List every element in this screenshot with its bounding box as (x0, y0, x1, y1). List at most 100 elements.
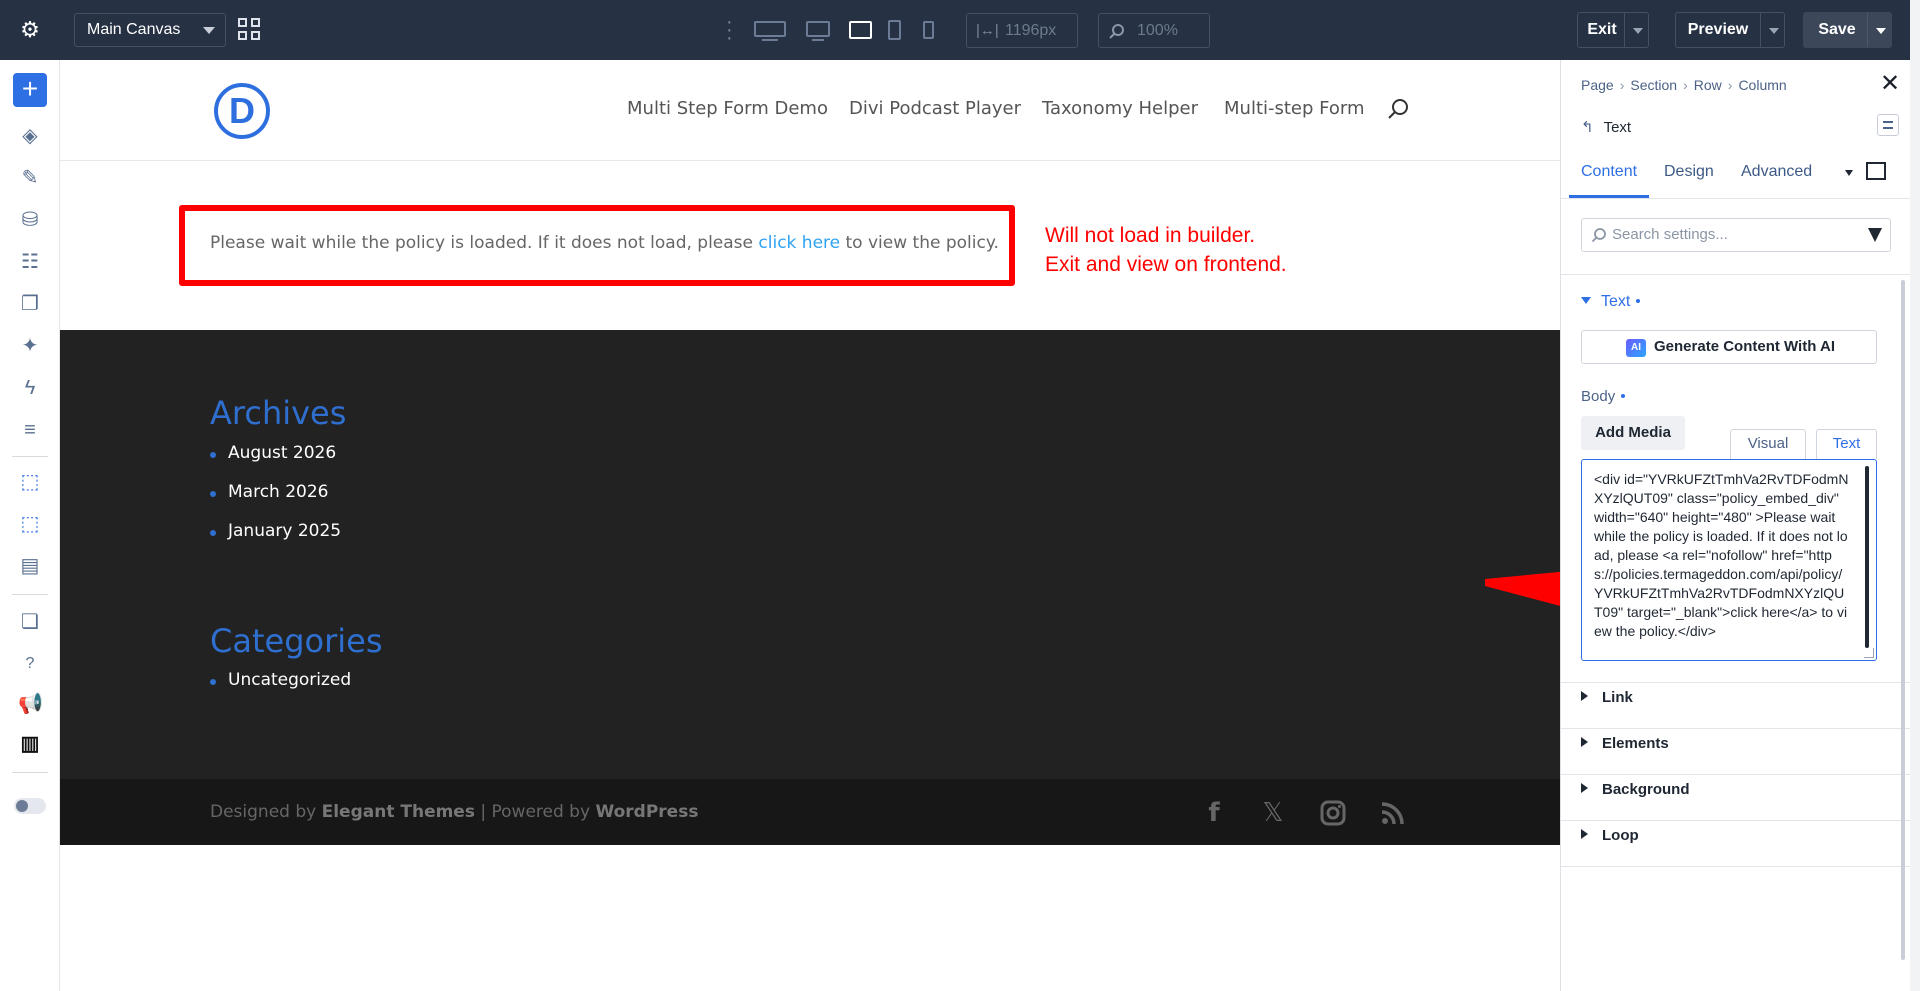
multi-select-icon[interactable]: ⬚ (18, 512, 42, 536)
nav-link-taxonomy-helper[interactable]: Taxonomy Helper (1042, 98, 1198, 119)
windows-icon[interactable]: ❏ (18, 610, 42, 634)
tabs-divider (1561, 198, 1911, 199)
more-vertical-icon[interactable]: · · · (726, 12, 733, 48)
facebook-icon[interactable]: f (1200, 799, 1228, 827)
generate-ai-button[interactable]: AI Generate Content With AI (1581, 330, 1877, 364)
select-element-icon[interactable]: ⬚ (18, 470, 42, 494)
breadcrumb-row[interactable]: Row (1694, 77, 1722, 93)
add-module-button[interactable]: + (13, 73, 47, 107)
save-button[interactable]: Save (1803, 12, 1892, 48)
canvas-select[interactable]: Main Canvas (74, 13, 226, 47)
tab-advanced[interactable]: Advanced (1741, 163, 1812, 181)
archive-link[interactable]: January 2025 (210, 521, 341, 541)
settings-panel: Page › Section › Row › Column ✕ ↰ Text Content … (1560, 60, 1920, 991)
instagram-icon[interactable] (1319, 799, 1347, 827)
category-link[interactable]: Uncategorized (210, 670, 351, 690)
loop-group-toggle[interactable]: Loop (1581, 827, 1639, 844)
chevron-down-icon (203, 27, 215, 34)
section-divider (1561, 820, 1911, 821)
notice-text-after: to view the policy. (840, 233, 999, 253)
elements-group-toggle[interactable]: Elements (1581, 735, 1669, 752)
search-icon[interactable] (1387, 98, 1409, 120)
nav-link-multi-step-form-demo[interactable]: Multi Step Form Demo (627, 98, 828, 119)
preview-dropdown-icon[interactable] (1760, 13, 1786, 47)
list-icon[interactable]: ≡ (18, 418, 42, 442)
x-twitter-icon[interactable]: 𝕏 (1259, 799, 1287, 827)
lightning-icon[interactable]: ϟ (18, 376, 42, 400)
library-icon[interactable]: ▥ (18, 732, 42, 756)
background-group-toggle[interactable]: Background (1581, 781, 1690, 798)
annotation-note-line1: Will not load in builder. (1045, 224, 1256, 247)
sidebar-divider (12, 456, 48, 457)
tab-design[interactable]: Design (1664, 163, 1714, 181)
tabs-dropdown-icon[interactable] (1845, 170, 1853, 176)
filter-icon[interactable] (1868, 228, 1882, 242)
settings-gear-icon[interactable]: ⚙ (18, 18, 42, 42)
close-icon[interactable]: ✕ (1879, 72, 1901, 96)
preview-label: Preview (1687, 21, 1749, 38)
builder-canvas: D Multi Step Form Demo Divi Podcast Play… (60, 60, 1645, 991)
policy-notice-text: Please wait while the policy is loaded. … (210, 233, 999, 253)
click-here-link[interactable]: click here (758, 233, 840, 253)
link-group-label: Link (1602, 689, 1633, 706)
section-divider (1561, 682, 1911, 683)
layers-icon[interactable]: ◈ (18, 124, 42, 148)
tab-text-editor[interactable]: Text (1816, 429, 1877, 459)
settings-search-input[interactable] (1612, 226, 1852, 243)
database-icon[interactable]: ⛁ (18, 208, 42, 232)
breadcrumb-column[interactable]: Column (1738, 77, 1786, 93)
section-divider (1561, 774, 1911, 775)
megaphone-icon[interactable]: 📢 (18, 692, 43, 716)
nav-link-multi-step-form[interactable]: Multi-step Form (1224, 98, 1365, 119)
link-group-toggle[interactable]: Link (1581, 689, 1633, 706)
exit-label: Exit (1587, 21, 1617, 38)
text-group-toggle[interactable]: Text (1581, 293, 1641, 311)
help-icon[interactable]: ? (18, 652, 42, 676)
toggle-switch-icon[interactable] (14, 798, 46, 814)
pages-copy-icon[interactable]: ❐ (18, 292, 42, 316)
panel-expand-icon[interactable] (1866, 162, 1886, 180)
preview-button[interactable]: Preview (1675, 12, 1785, 48)
canvas-settings-icon[interactable]: ▤ (18, 554, 42, 578)
desktop-view-icon[interactable] (804, 18, 832, 42)
editor-scrollbar[interactable] (1865, 466, 1869, 648)
breadcrumb-section[interactable]: Section (1630, 77, 1677, 93)
desktop-wide-view-icon[interactable] (752, 18, 788, 42)
nav-link-divi-podcast-player[interactable]: Divi Podcast Player (849, 98, 1021, 119)
credit-wordpress[interactable]: WordPress (595, 802, 698, 822)
exit-dropdown-icon[interactable] (1624, 13, 1650, 47)
canvas-width-field[interactable]: |↔| 1196px (966, 13, 1078, 48)
tablet-landscape-view-icon[interactable] (848, 18, 874, 42)
annotation-note-line2: Exit and view on frontend. (1045, 253, 1287, 276)
design-presets-icon[interactable]: ✎ (18, 166, 42, 190)
resize-handle-icon[interactable] (1864, 648, 1874, 658)
caret-down-icon (1581, 297, 1591, 304)
add-media-button[interactable]: Add Media (1581, 416, 1685, 450)
breadcrumb-page[interactable]: Page (1581, 77, 1614, 93)
body-code-editor[interactable]: <div id="YVRkUFZtTmhVa2RvTDFodmNXYzlQUT0… (1581, 459, 1877, 661)
save-dropdown-icon[interactable] (1867, 13, 1893, 47)
rss-icon[interactable] (1379, 799, 1407, 827)
module-options-icon[interactable] (1877, 114, 1899, 136)
back-arrow-icon[interactable]: ↰ (1581, 119, 1594, 136)
tablet-view-icon[interactable] (887, 18, 903, 42)
module-title-text: Text (1603, 119, 1632, 136)
credit-elegant-themes[interactable]: Elegant Themes (322, 802, 475, 822)
phone-view-icon[interactable] (922, 18, 936, 42)
ai-sparkle-icon[interactable]: ✦ (18, 334, 42, 358)
zoom-field[interactable]: 100% (1098, 13, 1210, 48)
panel-scrollbar[interactable] (1901, 280, 1905, 960)
background-group-label: Background (1602, 781, 1690, 798)
text-group-label: Text (1601, 293, 1631, 310)
tab-visual-editor[interactable]: Visual (1730, 429, 1806, 459)
caret-right-icon (1581, 829, 1588, 839)
layout-grid-icon[interactable] (238, 18, 262, 42)
archive-link[interactable]: March 2026 (210, 482, 329, 502)
site-logo[interactable]: D (214, 83, 270, 139)
exit-button[interactable]: Exit (1577, 12, 1649, 48)
tab-content[interactable]: Content (1581, 163, 1637, 181)
form-fields-icon[interactable]: ☷ (18, 250, 42, 274)
site-header: D Multi Step Form Demo Divi Podcast Play… (60, 60, 1560, 161)
archive-link[interactable]: August 2026 (210, 443, 336, 463)
sidebar-divider (12, 594, 48, 595)
